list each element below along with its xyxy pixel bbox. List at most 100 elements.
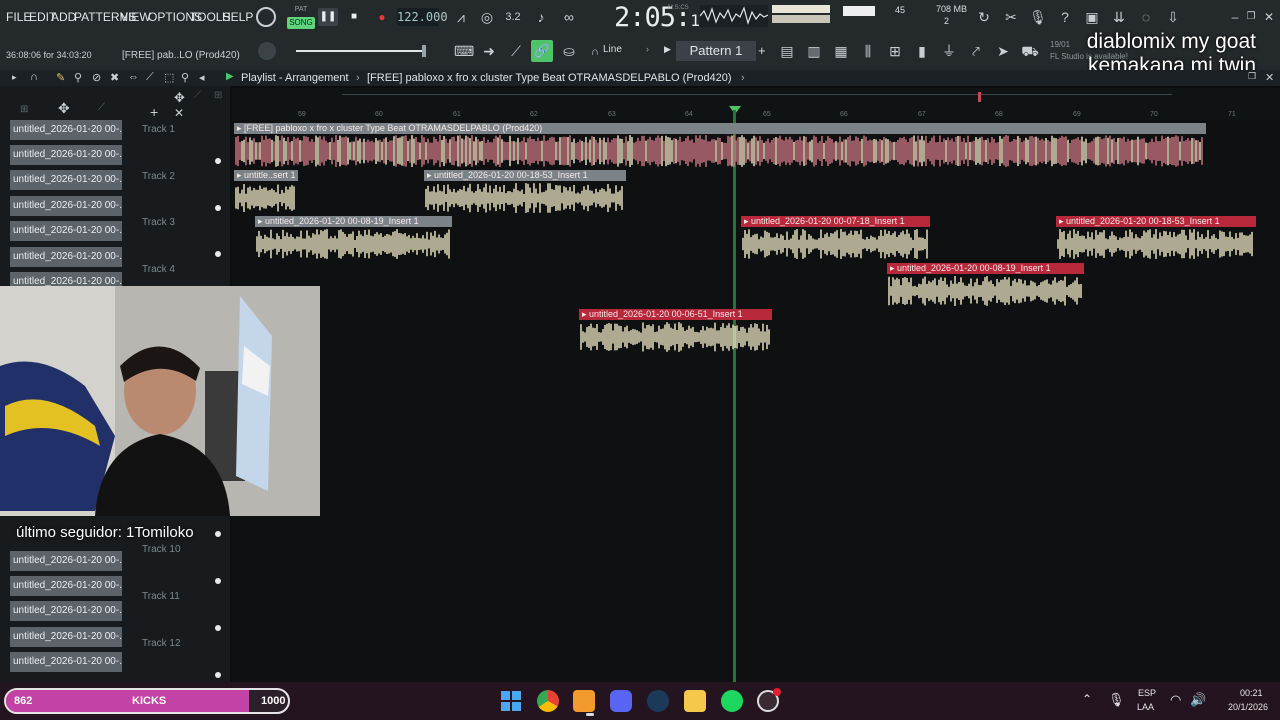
taskbar-time[interactable]: 00:21 [1240,688,1263,698]
menu-add[interactable]: ADD [51,10,76,24]
link-icon[interactable]: 🔗 [531,40,553,62]
tray-mic-icon[interactable]: 🎙 [1108,692,1125,708]
mixer-icon[interactable]: ⫼ [859,42,877,60]
windows-start-icon[interactable] [500,690,522,712]
resize-icon[interactable]: ⟋ [194,90,201,101]
menu-help[interactable]: HELP [222,10,253,24]
tempo-display[interactable]: 122.000 [397,8,448,26]
magnet-icon[interactable]: ⛀ [560,42,578,60]
countdown-icon[interactable]: 3.2 [504,8,522,26]
cut-icon[interactable]: ✂ [1002,8,1020,26]
pattern-selector[interactable]: Pattern 1 [676,41,756,61]
clip-waveform[interactable] [424,181,626,215]
pitch-knob[interactable] [258,42,276,60]
track-label-4[interactable]: Track 4 [142,264,175,275]
grid-icon[interactable]: ⊞ [214,90,222,101]
close-icon[interactable]: ✕ [1260,8,1278,26]
picker-clip[interactable]: untitled_2026-01-20 00-... [10,247,122,267]
breadcrumb-chevron-icon[interactable]: › [741,72,745,84]
record-button[interactable]: ● [372,8,392,26]
picker-clip[interactable]: untitled_2026-01-20 00-... [10,170,122,190]
master-pitch-slider[interactable] [296,50,426,52]
tray-chevron-icon[interactable]: ⌃ [1082,692,1092,706]
discord-icon[interactable] [610,690,632,712]
clip-header[interactable]: ▸ untitled_2026-01-20 00-06-51_Insert 1 [579,309,772,320]
track-10-mute-led[interactable] [215,578,221,584]
clip-header[interactable]: ▸ [FREE] pabloxo x fro x cluster Type Be… [234,123,1206,134]
wifi-icon[interactable]: ◠ [1170,692,1181,708]
track-label-1[interactable]: Track 1 [142,124,175,135]
picker-view-icon[interactable]: ⊞ [20,104,28,115]
master-volume-knob[interactable] [256,7,276,27]
track-label-10[interactable]: Track 10 [142,544,181,555]
slip-tool-icon[interactable]: ⇔ [128,71,139,83]
snap-mode-select[interactable]: Line [603,44,622,55]
stop-button[interactable]: ■ [344,8,364,26]
plug-icon[interactable]: ⏚ [940,42,958,60]
brush-icon[interactable]: ⟋ [507,42,525,60]
picker-clip[interactable]: untitled_2026-01-20 00-... [10,145,122,165]
language-indicator[interactable]: ESP [1138,688,1156,698]
restore-icon[interactable]: ❐ [1242,8,1260,26]
track-2-mute-led[interactable] [215,205,221,211]
clip-waveform[interactable] [234,181,298,215]
zoom-tool-icon[interactable]: ⚲ [181,71,189,84]
menu-file[interactable]: FILE [6,10,31,24]
add-pattern-button[interactable]: + [758,43,766,58]
pat-mode[interactable]: PAT [287,6,315,16]
drag-handle-icon[interactable]: ✥ [174,90,185,106]
piano-keyboard-icon[interactable]: ⌨ [454,42,474,60]
track-label-11[interactable]: Track 11 [142,591,180,602]
delete-tool-icon[interactable]: ⊘ [92,71,101,84]
close-picker-icon[interactable]: ✕ [174,106,184,120]
picker-tool-icon[interactable]: ⟋ [98,102,105,113]
paint-tool-icon[interactable]: ⚲ [74,71,82,84]
download-icon[interactable]: ⇩ [1164,8,1182,26]
menu-view[interactable]: VIEW [120,10,151,24]
browser-icon[interactable]: ⊞ [886,42,904,60]
clip-header[interactable]: ▸ untitled_2026-01-20 00-08-19_Insert 1 [887,263,1084,274]
picker-clip[interactable]: untitled_2026-01-20 00-... [10,551,122,571]
clip-waveform[interactable] [741,227,930,261]
picker-clip[interactable]: untitled_2026-01-20 00-... [10,627,122,647]
clip-waveform[interactable] [1056,227,1256,261]
wait-input-icon[interactable]: ◎ [478,8,496,26]
clip-header[interactable]: ▸ untitled_2026-01-20 00-18-53_Insert 1 [1056,216,1256,227]
channel-rack-icon[interactable]: ▦ [832,42,850,60]
track-12-mute-led[interactable] [215,672,221,678]
track-1-mute-led[interactable] [215,158,221,164]
playback-tool-icon[interactable]: ◂ [199,71,205,84]
piano-roll-icon[interactable]: ▥ [805,42,823,60]
volume-icon[interactable]: 🔊 [1190,692,1206,708]
plugin-database-icon[interactable]: ▮ [913,42,931,60]
song-mode[interactable]: SONG [287,17,315,29]
metronome-icon[interactable]: ⩘ [452,8,470,26]
track-label-3[interactable]: Track 3 [142,217,175,228]
save-icon[interactable]: ▣ [1083,8,1101,26]
clip-waveform[interactable] [579,320,772,354]
slider-handle[interactable] [422,45,426,57]
window-menu-arrow-icon[interactable]: ▸ [12,72,17,83]
add-track-icon[interactable]: + [150,104,158,120]
layout-indicator[interactable]: LAA [1137,702,1154,712]
taskbar-date[interactable]: 20/1/2026 [1228,702,1268,712]
fl-studio-icon[interactable] [573,690,595,712]
track-11-mute-led[interactable] [215,625,221,631]
playlist-grid[interactable] [232,120,1280,682]
undo-icon[interactable]: ↻ [975,8,993,26]
cart-icon[interactable]: ⛟ [1021,42,1039,60]
mic-icon[interactable]: 🎙 [1029,8,1047,26]
track-9-mute-led[interactable] [215,531,221,537]
magnet-snap-icon[interactable]: ∩ [30,71,38,83]
arrow-right-icon[interactable]: ➜ [480,42,498,60]
steam-icon[interactable] [647,690,669,712]
picker-clip[interactable]: untitled_2026-01-20 00-... [10,221,122,241]
playlist-icon[interactable]: ▤ [778,42,796,60]
clip-header[interactable]: ▸ untitle..sert 1 [234,170,298,181]
track-label-12[interactable]: Track 12 [142,638,181,649]
send-icon[interactable]: ➤ [994,42,1012,60]
file-explorer-icon[interactable] [684,690,706,712]
chat-icon[interactable]: ◌ [1137,8,1155,26]
track-3-mute-led[interactable] [215,251,221,257]
clip-waveform[interactable] [887,274,1084,308]
